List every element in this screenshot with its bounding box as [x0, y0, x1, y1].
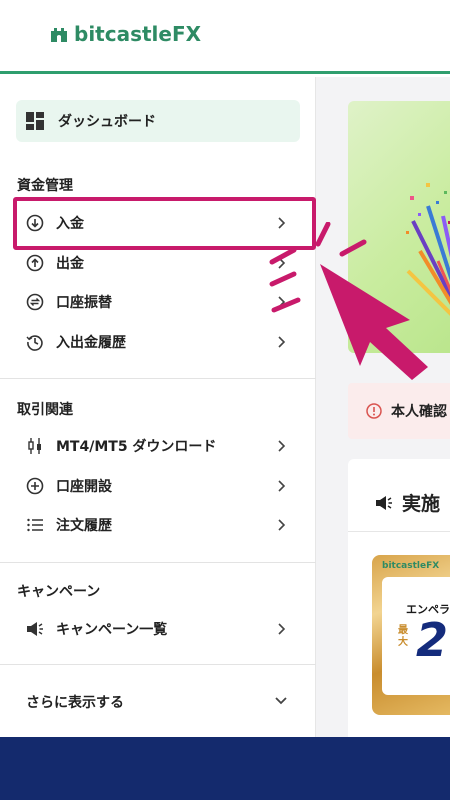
plus-circle-icon — [26, 477, 44, 495]
chevron-down-icon — [275, 697, 287, 705]
show-more-button[interactable]: さらに表示する — [16, 684, 300, 720]
campaign-card: 実施 bitcastleFX エンペラ 最大 2 — [348, 459, 450, 737]
identity-verification-alert[interactable]: 本人確認 — [348, 383, 450, 439]
campaign-card-title: 実施 — [402, 493, 441, 515]
section-divider — [0, 664, 316, 665]
sidebar-item-label: 入出金履歴 — [56, 335, 126, 351]
chevron-right-icon — [278, 519, 286, 531]
section-title-funds: 資金管理 — [17, 178, 73, 194]
sidebar-item-withdraw[interactable]: 出金 — [16, 245, 300, 281]
logo-text: bitcastleFX — [74, 22, 202, 46]
sidebar-item-campaign-list[interactable]: キャンペーン一覧 — [16, 611, 300, 647]
brand-logo[interactable]: bitcastleFX — [48, 22, 201, 46]
sidebar-item-label: 口座開設 — [56, 479, 112, 495]
sidebar-item-history[interactable]: 入出金履歴 — [16, 324, 300, 360]
card-divider — [348, 531, 450, 532]
sidebar-item-mt-download[interactable]: MT4/MT5 ダウンロード — [16, 428, 300, 464]
pointer-cursor-icon — [269, 222, 428, 380]
sidebar-item-order-history[interactable]: 注文履歴 — [16, 507, 300, 543]
promo-banner[interactable]: bitcastleFX エンペラ 最大 2 — [372, 555, 450, 715]
section-title-trading: 取引関連 — [17, 402, 73, 418]
sidebar: ダッシュボード 資金管理 入金 出金 口座振替 入出金履歴 取引関連 MT4/M… — [0, 77, 316, 737]
megaphone-icon — [26, 620, 44, 638]
campaign-card-header: 実施 — [374, 489, 440, 516]
verify-text: 本人確認 — [391, 404, 447, 420]
show-more-label: さらに表示する — [26, 695, 124, 711]
sidebar-item-label: 出金 — [56, 256, 84, 272]
chevron-right-icon — [278, 440, 286, 452]
dashboard-icon — [26, 112, 44, 130]
promo-max-label: 最大 — [398, 625, 408, 648]
chevron-right-icon — [278, 623, 286, 635]
candlestick-icon — [26, 437, 44, 455]
history-icon — [26, 333, 44, 351]
app-header: bitcastleFX — [0, 0, 450, 74]
sidebar-item-label: 口座振替 — [56, 295, 112, 311]
list-icon — [26, 516, 44, 534]
alert-circle-icon — [366, 403, 382, 419]
footer-bar — [0, 737, 450, 800]
sidebar-item-label: キャンペーン一覧 — [56, 622, 168, 638]
promo-logo: bitcastleFX — [382, 561, 440, 571]
section-title-campaign: キャンペーン — [17, 584, 101, 600]
megaphone-icon — [376, 495, 392, 510]
transfer-icon — [26, 293, 44, 311]
sidebar-item-transfer[interactable]: 口座振替 — [16, 284, 300, 320]
sidebar-item-label: 注文履歴 — [56, 518, 112, 534]
withdraw-icon — [26, 254, 44, 272]
sidebar-item-open-account[interactable]: 口座開設 — [16, 468, 300, 504]
castle-logo-icon — [51, 28, 67, 42]
sidebar-item-label: MT4/MT5 ダウンロード — [56, 439, 217, 455]
dashboard-label: ダッシュボード — [58, 114, 156, 130]
promo-number: 2 — [416, 613, 449, 667]
main-content: 本人確認 実施 bitcastleFX エンペラ 最大 2 — [316, 77, 450, 737]
chevron-right-icon — [278, 480, 286, 492]
sidebar-item-dashboard[interactable]: ダッシュボード — [16, 100, 300, 142]
section-divider — [0, 562, 316, 563]
